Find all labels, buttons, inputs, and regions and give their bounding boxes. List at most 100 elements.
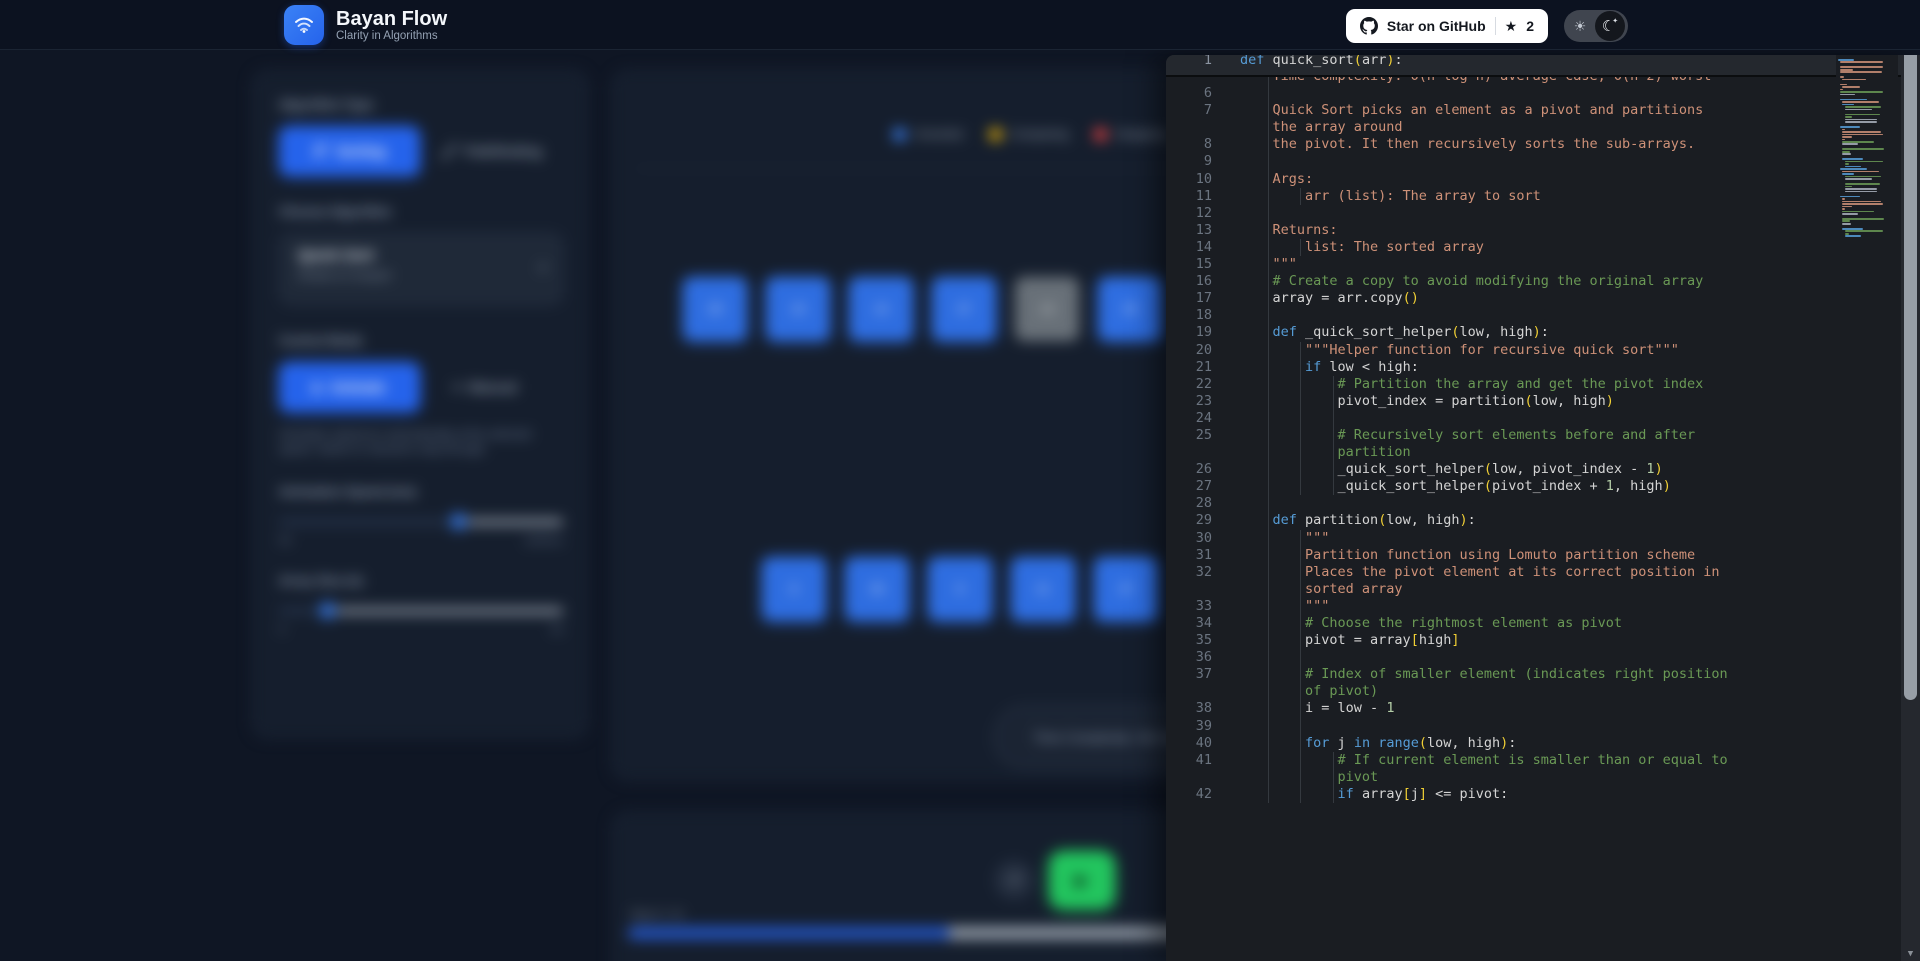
code-token: of pivot) bbox=[1240, 683, 1378, 699]
code-line: 40 for j in range(low, high): bbox=[1166, 735, 1901, 752]
code-text bbox=[1212, 410, 1240, 427]
code-line: 32 Places the pivot element at its corre… bbox=[1166, 564, 1901, 581]
minimap-line bbox=[1838, 111, 1896, 113]
dark-mode-button[interactable]: ☾✦ bbox=[1595, 11, 1625, 41]
line-number: 33 bbox=[1166, 598, 1212, 615]
algorithm-select[interactable]: Quick Sort Divide & Conquer ▾ bbox=[279, 233, 563, 305]
sparkle-icon: ✦ bbox=[1612, 17, 1618, 25]
code-line: 28 bbox=[1166, 495, 1901, 512]
indent-guide bbox=[1268, 119, 1269, 136]
array-element: 37 bbox=[1094, 557, 1158, 621]
algorithm-type-sorting-button[interactable]: Sorting bbox=[279, 126, 420, 176]
code-token: Places the pivot element at its correct … bbox=[1240, 564, 1720, 580]
mode-animate-button[interactable]: ▶ Animate bbox=[279, 362, 420, 412]
code-token: : bbox=[1394, 55, 1402, 68]
github-star-button[interactable]: Star on GitHub ★ 2 bbox=[1346, 9, 1548, 43]
code-line: 19 def _quick_sort_helper(low, high): bbox=[1166, 324, 1901, 341]
app-logo bbox=[284, 5, 324, 45]
github-button-label: Star on GitHub bbox=[1387, 18, 1486, 34]
app-header: Bayan Flow Clarity in Algorithms Star on… bbox=[0, 0, 1920, 50]
reset-button[interactable]: ↺ bbox=[995, 861, 1033, 899]
code-token bbox=[1370, 735, 1378, 751]
indent-guide bbox=[1300, 444, 1301, 461]
code-text: sorted array bbox=[1212, 581, 1403, 598]
code-token: partition bbox=[1240, 444, 1411, 460]
algorithm-type-pathfinding-button[interactable]: Pathfinding bbox=[436, 126, 548, 176]
github-icon bbox=[1360, 17, 1378, 35]
code-text: i = low - 1 bbox=[1212, 700, 1394, 717]
indent-guide bbox=[1300, 615, 1301, 632]
indent-guide bbox=[1268, 564, 1269, 581]
code-line: 38 i = low - 1 bbox=[1166, 700, 1901, 717]
start-button[interactable]: ▶ bbox=[1049, 851, 1115, 909]
minimap-line bbox=[1842, 203, 1883, 205]
code-line: 14 list: The sorted array bbox=[1166, 239, 1901, 256]
line-number: 37 bbox=[1166, 666, 1212, 683]
sort-bars-icon bbox=[314, 145, 329, 158]
code-token: ( bbox=[1484, 461, 1492, 477]
indent-guide bbox=[1333, 444, 1334, 461]
code-token: def bbox=[1273, 512, 1297, 528]
code-token: # Index of smaller element (indicates ri… bbox=[1240, 666, 1728, 682]
indent-guide bbox=[1300, 683, 1301, 700]
scrollbar-thumb[interactable] bbox=[1904, 55, 1917, 700]
minimap-line bbox=[1840, 76, 1844, 78]
indent-guide bbox=[1268, 222, 1269, 239]
pathfinding-icon bbox=[442, 144, 457, 159]
line-number bbox=[1166, 119, 1212, 136]
minimap-line bbox=[1845, 188, 1877, 190]
indent-guide bbox=[1333, 752, 1334, 769]
code-text bbox=[1212, 85, 1240, 102]
code-text: for j in range(low, high): bbox=[1212, 735, 1516, 752]
code-token: _quick_sort_helper bbox=[1240, 461, 1484, 477]
code-editor[interactable]: Time Complexity: O(n log n) average case… bbox=[1166, 77, 1901, 803]
indent-guide bbox=[1268, 324, 1269, 341]
mode-manual-button[interactable]: ⇥ Manual bbox=[436, 362, 532, 412]
code-line: 25 # Recursively sort elements before an… bbox=[1166, 427, 1901, 444]
minimap-line bbox=[1838, 193, 1896, 195]
code-token: , high bbox=[1614, 478, 1663, 494]
code-line: 7 Quick Sort picks an element as a pivot… bbox=[1166, 102, 1901, 119]
line-number: 24 bbox=[1166, 410, 1212, 427]
algorithm-type-label: Algorithm Type bbox=[279, 97, 561, 112]
slider-thumb[interactable] bbox=[319, 602, 336, 619]
code-line: 23 pivot_index = partition(low, high) bbox=[1166, 393, 1901, 410]
array-size-label: Array Size (n) bbox=[279, 573, 561, 588]
minimap-line bbox=[1845, 178, 1872, 180]
array-element: 10 bbox=[766, 277, 830, 341]
code-text: array = arr.copy() bbox=[1212, 290, 1419, 307]
indent-guide bbox=[1300, 359, 1301, 376]
minimap-line bbox=[1840, 91, 1882, 93]
size-slider[interactable] bbox=[279, 602, 563, 618]
star-count: 2 bbox=[1526, 18, 1534, 34]
indent-guide bbox=[1268, 615, 1269, 632]
step-icon: ⇥ bbox=[451, 380, 461, 394]
code-line: 31 Partition function using Lomuto parti… bbox=[1166, 547, 1901, 564]
code-token: j bbox=[1329, 735, 1353, 751]
line-number: 32 bbox=[1166, 564, 1212, 581]
code-token: the pivot. It then recursively sorts the… bbox=[1240, 136, 1695, 152]
line-number: 10 bbox=[1166, 171, 1212, 188]
indent-guide bbox=[1268, 666, 1269, 683]
size-max-label: 50 bbox=[551, 624, 563, 636]
selected-algorithm-subtitle: Divide & Conquer bbox=[298, 268, 544, 282]
indent-guide bbox=[1300, 666, 1301, 683]
line-number: 19 bbox=[1166, 324, 1212, 341]
code-token: () bbox=[1403, 290, 1419, 306]
indent-guide bbox=[1268, 700, 1269, 717]
code-minimap[interactable] bbox=[1836, 55, 1898, 255]
light-mode-button[interactable]: ☀ bbox=[1567, 13, 1593, 39]
minimap-line bbox=[1845, 163, 1849, 165]
line-number: 14 bbox=[1166, 239, 1212, 256]
code-line: 9 bbox=[1166, 153, 1901, 170]
indent-guide bbox=[1268, 683, 1269, 700]
slider-thumb[interactable] bbox=[450, 513, 467, 530]
code-scrollbar[interactable]: ▼ bbox=[1901, 55, 1920, 961]
minimap-line bbox=[1842, 223, 1851, 225]
speed-slider[interactable] bbox=[279, 513, 563, 529]
code-token: Args: bbox=[1240, 171, 1313, 187]
line-number: 21 bbox=[1166, 359, 1212, 376]
indent-guide bbox=[1268, 427, 1269, 444]
line-number: 29 bbox=[1166, 512, 1212, 529]
code-text: list: The sorted array bbox=[1212, 239, 1484, 256]
